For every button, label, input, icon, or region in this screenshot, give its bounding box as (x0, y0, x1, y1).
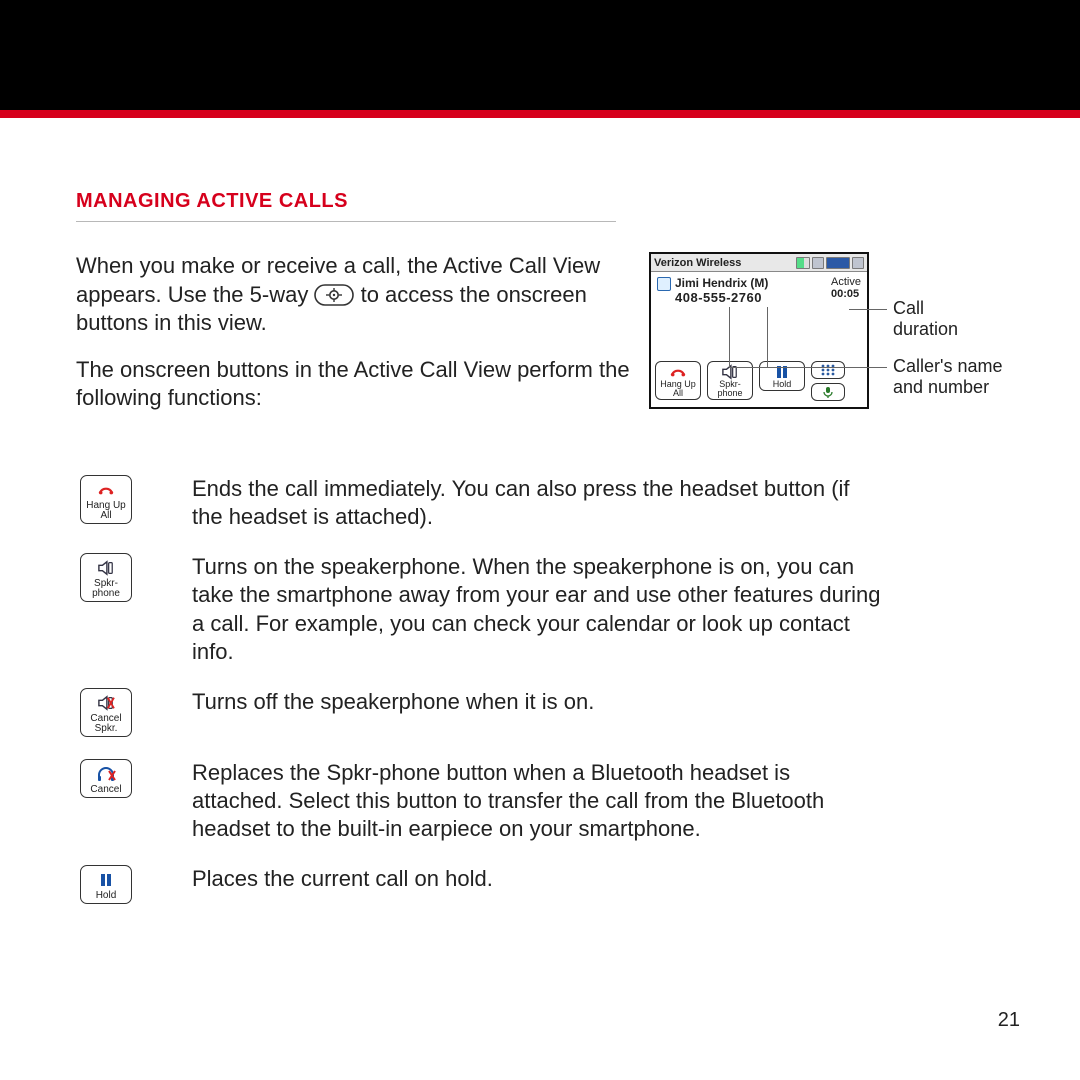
headset-cancel-label: Cancel (90, 784, 121, 795)
speaker-on-description: Turns on the speakerphone. When the spea… (192, 553, 882, 666)
section-rule (76, 221, 616, 222)
speaker-on-icon (81, 559, 131, 577)
callout-line (729, 367, 887, 368)
hangup-button[interactable]: Hang Up All (80, 475, 132, 524)
speaker-cancel-button[interactable]: Cancel Spkr. (80, 688, 132, 737)
intro-p2: The onscreen buttons in the Active Call … (76, 356, 631, 413)
speaker-on-button[interactable]: Spkr- phone (80, 553, 132, 602)
caller-picture-icon (657, 277, 671, 291)
callout-line (849, 309, 887, 310)
headset-cancel-icon (81, 765, 131, 783)
active-call-screenshot: Verizon Wireless Jimi Hendrix (M) 408-55… (649, 252, 869, 409)
callout-caller: Caller's name and number (893, 356, 1023, 397)
speaker-cancel-icon (81, 694, 131, 712)
headset-cancel-button[interactable]: Cancel (80, 759, 132, 798)
shot-hold-button[interactable]: Hold (759, 361, 805, 391)
caller-name: Jimi Hendrix (M) (675, 276, 768, 290)
signal-icon (796, 257, 810, 269)
microphone-icon (821, 386, 835, 398)
shot-hangup-label: Hang Up All (660, 379, 696, 398)
intro-text: When you make or receive a call, the Act… (76, 252, 631, 431)
header-black-band (0, 0, 1080, 110)
shot-hold-label: Hold (773, 379, 792, 389)
hold-description: Places the current call on hold. (192, 865, 882, 904)
page-number: 21 (998, 1009, 1020, 1032)
header-red-band (0, 110, 1080, 118)
shot-speaker-label: Spkr- phone (717, 379, 742, 398)
hangup-label: Hang Up All (86, 500, 125, 521)
dialpad-icon (820, 364, 836, 376)
call-status: Active (831, 276, 861, 288)
speaker-cancel-label: Cancel Spkr. (90, 713, 121, 734)
hold-label: Hold (96, 890, 117, 901)
hold-button[interactable]: Hold (80, 865, 132, 904)
speaker-cancel-description: Turns off the speakerphone when it is on… (192, 688, 882, 737)
carrier-label: Verizon Wireless (654, 257, 794, 269)
phone-hangup-icon (81, 481, 131, 499)
status-strip-icon (826, 257, 850, 269)
shot-dialpad-button[interactable] (811, 361, 845, 379)
callout-duration: Call duration (893, 298, 958, 339)
bluetooth-icon (812, 257, 824, 269)
function-list: Hang Up All Ends the call immediately. Y… (76, 475, 1016, 904)
five-way-nav-icon (314, 284, 354, 306)
caller-number: 408-555-2760 (675, 290, 768, 305)
hangup-description: Ends the call immediately. You can also … (192, 475, 882, 531)
headset-cancel-description: Replaces the Spkr-phone button when a Bl… (192, 759, 882, 843)
section-heading: MANAGING ACTIVE CALLS (76, 190, 1016, 213)
callout-line (729, 307, 730, 367)
speaker-on-label: Spkr- phone (92, 578, 120, 599)
call-duration: 00:05 (831, 288, 861, 300)
callout-line (767, 307, 768, 367)
hold-icon (81, 871, 131, 889)
battery-icon (852, 257, 864, 269)
shot-mute-button[interactable] (811, 383, 845, 401)
shot-hangup-button[interactable]: Hang Up All (655, 361, 701, 400)
phone-hangup-icon (656, 365, 700, 379)
